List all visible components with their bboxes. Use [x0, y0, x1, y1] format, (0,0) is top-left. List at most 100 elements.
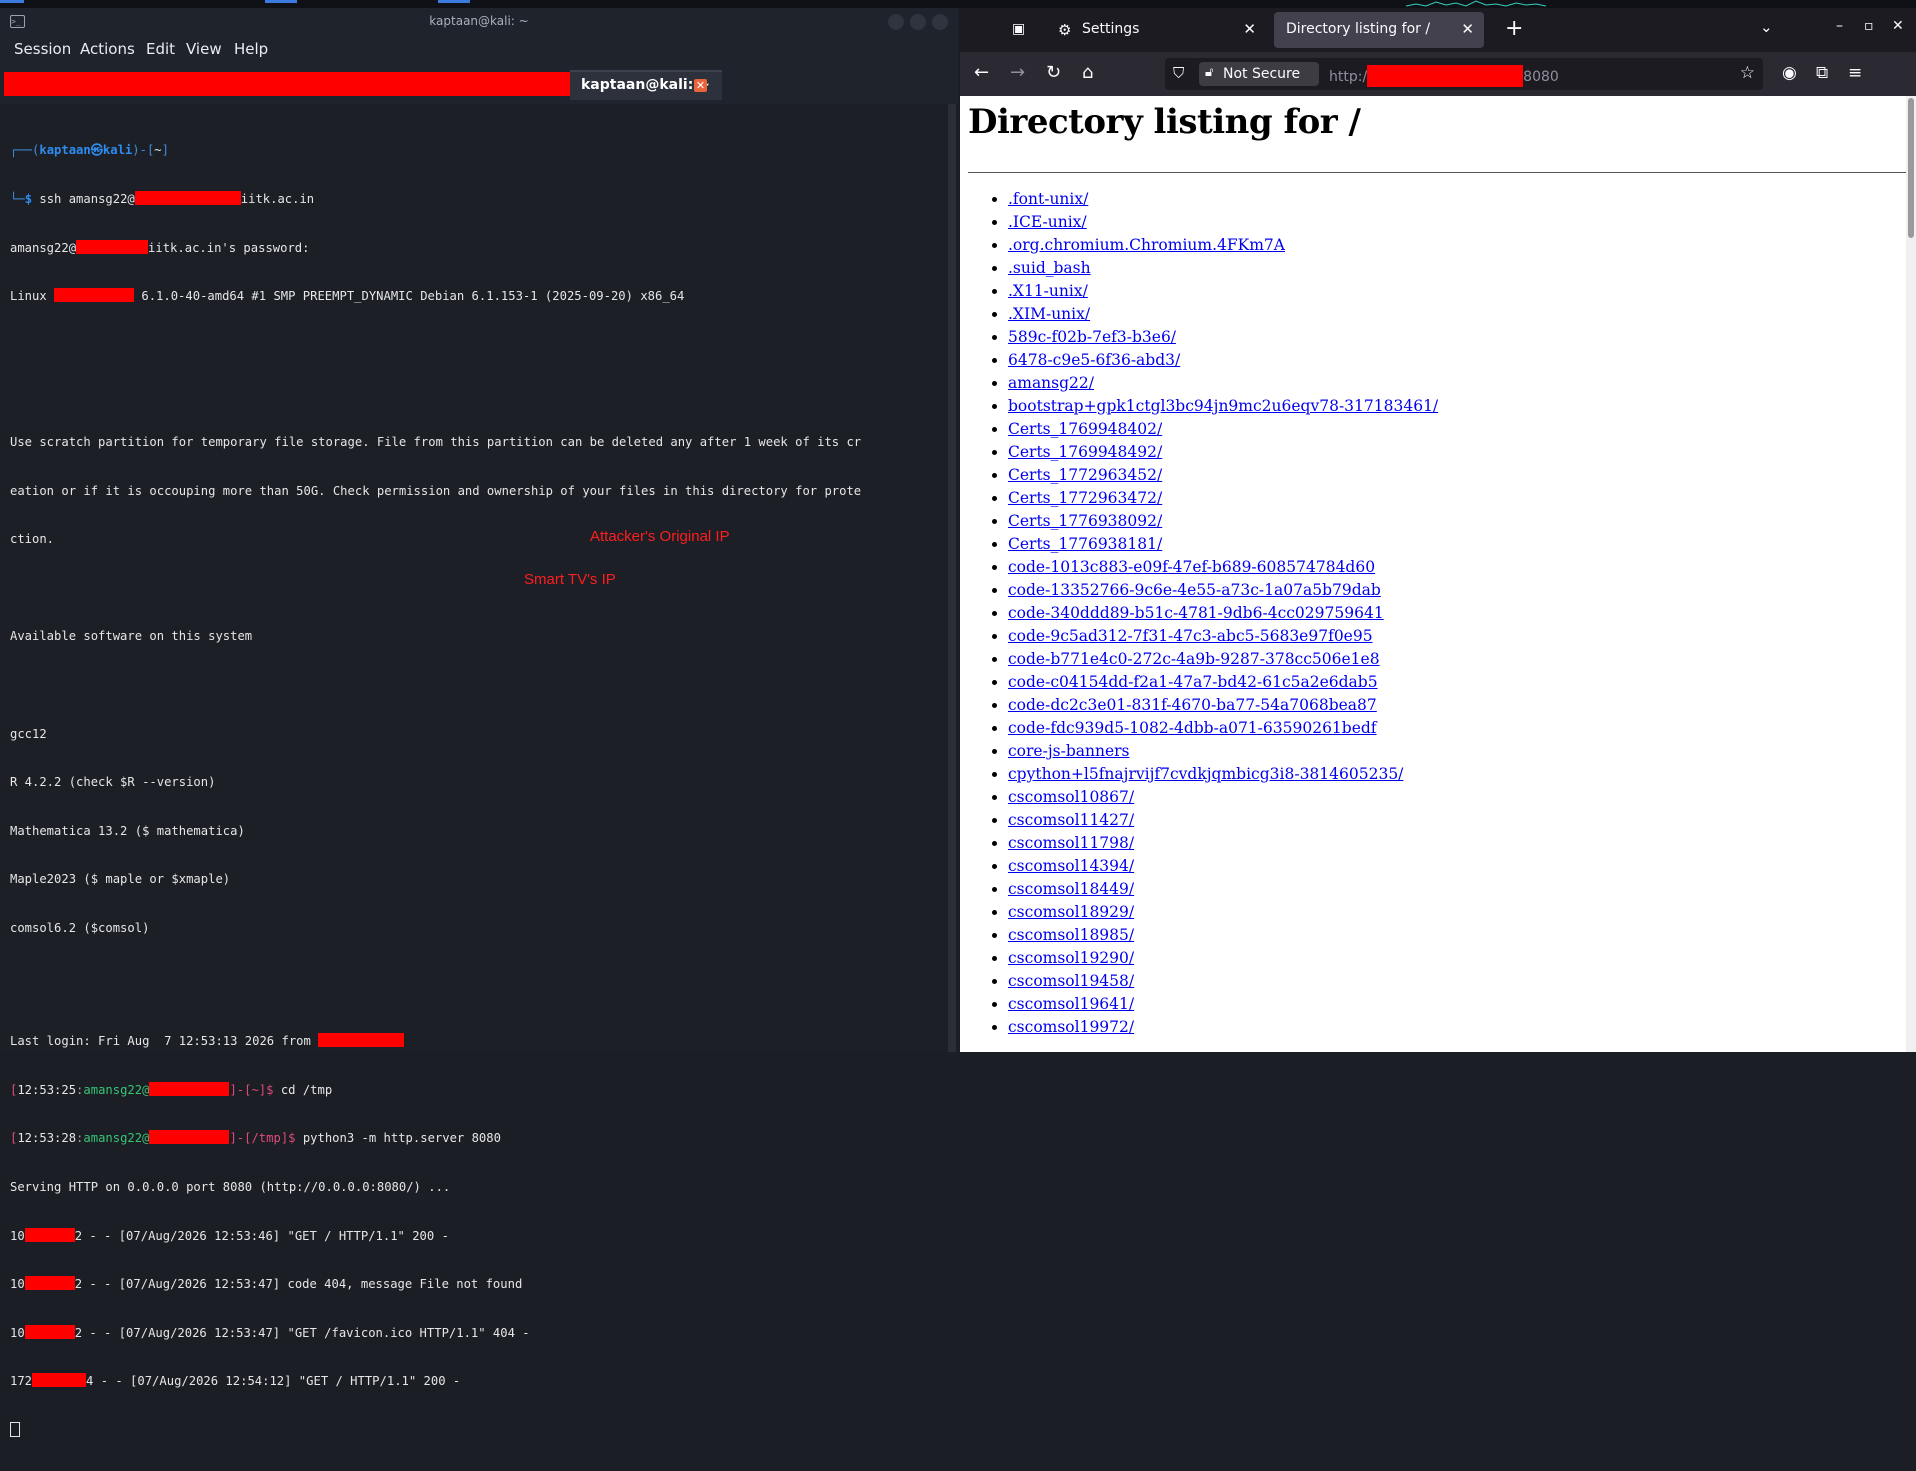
directory-link[interactable]: .org.chromium.Chromium.4FKm7A [1008, 236, 1285, 254]
redaction-block [76, 239, 149, 254]
shield-icon[interactable]: ⛉ [1173, 64, 1184, 82]
extensions-icon[interactable]: ⧉ [1816, 63, 1828, 83]
page-scrollbar[interactable] [1906, 96, 1916, 1052]
not-secure-badge[interactable]: 🔓︎ Not Secure [1199, 62, 1319, 86]
directory-link[interactable]: 6478-c9e5-6f36-abd3/ [1008, 351, 1180, 369]
directory-link[interactable]: cscomsol11798/ [1008, 834, 1134, 852]
list-item: .font-unix/ [1008, 188, 1438, 211]
directory-link[interactable]: Certs_1769948402/ [1008, 420, 1162, 438]
directory-link[interactable]: cscomsol19458/ [1008, 972, 1134, 990]
prompt-line: ┌──(kaptaan㉿kali)-[~] [10, 143, 169, 158]
directory-link[interactable]: code-fdc939d5-1082-4dbb-a071-63590261bed… [1008, 719, 1377, 737]
redaction-block [24, 1324, 75, 1339]
directory-link[interactable]: Certs_1772963472/ [1008, 489, 1162, 507]
redaction-block [134, 191, 241, 205]
directory-link[interactable]: cscomsol19641/ [1008, 995, 1134, 1013]
directory-link[interactable]: cscomsol19972/ [1008, 1018, 1134, 1036]
command-line: [12:53:28:amansg22@]-[/tmp]$ python3 -m … [10, 1130, 501, 1146]
redaction-block [24, 1227, 75, 1242]
maximize-button[interactable]: ▫ [1864, 18, 1874, 34]
close-icon[interactable]: ✕ [1461, 20, 1474, 38]
directory-link[interactable]: .XIM-unix/ [1008, 305, 1090, 323]
close-button[interactable] [932, 14, 948, 30]
workspace-indicator[interactable] [438, 0, 470, 3]
directory-link[interactable]: .suid_bash [1008, 259, 1091, 277]
reload-icon[interactable]: ↻ [1046, 62, 1061, 83]
menu-edit[interactable]: Edit [146, 40, 175, 58]
list-item: cscomsol14394/ [1008, 855, 1438, 878]
directory-link[interactable]: 589c-f02b-7ef3-b3e6/ [1008, 328, 1176, 346]
menu-actions[interactable]: Actions [80, 40, 135, 58]
address-bar[interactable]: ⛉ 🔓︎ Not Secure http:/8080 ☆ [1165, 58, 1763, 90]
divider [968, 172, 1906, 173]
directory-link[interactable]: Certs_1776938181/ [1008, 535, 1162, 553]
chevron-down-icon[interactable]: ⌄ [1760, 18, 1773, 36]
terminal-tab[interactable]: kaptaan@kali: ~ ✕ [570, 70, 722, 100]
directory-link[interactable]: Certs_1776938092/ [1008, 512, 1162, 530]
workspace-indicator[interactable] [0, 0, 24, 3]
terminal-menubar: Session Actions Edit View Help [0, 36, 958, 64]
directory-link[interactable]: cpython+l5fnajrvijf7cvdkjqmbicg3i8-38146… [1008, 765, 1403, 783]
tab-overview-icon[interactable]: ▣ [1012, 21, 1028, 37]
directory-link[interactable]: cscomsol14394/ [1008, 857, 1134, 875]
minimize-button[interactable] [888, 14, 904, 30]
tab-settings[interactable]: ⚙ Settings ✕ [1048, 12, 1266, 48]
redaction-block [54, 288, 135, 303]
redaction-block [1367, 65, 1524, 87]
workspace-indicator[interactable] [265, 0, 297, 3]
directory-link[interactable]: amansg22/ [1008, 374, 1094, 392]
directory-link[interactable]: cscomsol11427/ [1008, 811, 1134, 829]
menu-view[interactable]: View [186, 40, 222, 58]
directory-link[interactable]: code-b771e4c0-272c-4a9b-9287-378cc506e1e… [1008, 650, 1380, 668]
directory-link[interactable]: core-js-banners [1008, 742, 1130, 760]
minimize-button[interactable]: – [1836, 18, 1843, 34]
menu-session[interactable]: Session [14, 40, 71, 58]
list-item: cscomsol18929/ [1008, 901, 1438, 924]
not-secure-label: Not Secure [1223, 66, 1301, 82]
directory-link[interactable]: code-9c5ad312-7f31-47c3-abc5-5683e97f0e9… [1008, 627, 1373, 645]
last-login: Last login: Fri Aug 7 12:53:13 2026 from [10, 1033, 946, 1049]
directory-link[interactable]: .X11-unix/ [1008, 282, 1088, 300]
browser-tabbar: ▣ ⚙ Settings ✕ Directory listing for / ✕… [960, 8, 1916, 52]
scrollbar-thumb[interactable] [1908, 98, 1914, 238]
terminal-scrollbar[interactable] [948, 104, 956, 1052]
bookmark-star-icon[interactable]: ☆ [1740, 63, 1755, 83]
terminal-output[interactable]: ┌──(kaptaan㉿kali)-[~] └─$ ssh amansg22@ i… [10, 110, 946, 1437]
directory-link[interactable]: cscomsol10867/ [1008, 788, 1134, 806]
directory-link[interactable]: code-1013c883-e09f-47ef-b689-608574784d6… [1008, 558, 1375, 576]
back-arrow-icon[interactable]: ← [974, 62, 989, 83]
close-tab-icon[interactable]: ✕ [694, 79, 707, 92]
list-item: Certs_1772963472/ [1008, 487, 1438, 510]
new-tab-button[interactable]: + [1505, 16, 1523, 41]
maximize-button[interactable] [910, 14, 926, 30]
directory-link[interactable]: Certs_1769948492/ [1008, 443, 1162, 461]
directory-link[interactable]: cscomsol19290/ [1008, 949, 1134, 967]
menu-help[interactable]: Help [234, 40, 268, 58]
forward-arrow-icon[interactable]: → [1010, 62, 1025, 83]
directory-link[interactable]: code-340ddd89-b51c-4781-9db6-4cc02975964… [1008, 604, 1384, 622]
directory-link[interactable]: .font-unix/ [1008, 190, 1088, 208]
cpu-graph [1406, 0, 1546, 7]
list-item: code-dc2c3e01-831f-4670-ba77-54a7068bea8… [1008, 694, 1438, 717]
redaction-block [24, 1276, 75, 1291]
account-icon[interactable]: ◉ [1782, 63, 1797, 83]
tab-label: Directory listing for / [1286, 21, 1431, 37]
url-text[interactable]: http:/8080 [1329, 65, 1559, 87]
directory-link[interactable]: code-13352766-9c6e-4e55-a73c-1a07a5b79da… [1008, 581, 1381, 599]
close-icon[interactable]: ✕ [1243, 20, 1256, 38]
directory-link[interactable]: .ICE-unix/ [1008, 213, 1087, 231]
terminal-tab-label: kaptaan@kali: ~ [581, 77, 710, 93]
directory-link[interactable]: cscomsol18929/ [1008, 903, 1134, 921]
home-icon[interactable]: ⌂ [1082, 62, 1093, 83]
menu-icon[interactable]: ≡ [1848, 63, 1862, 83]
directory-link[interactable]: bootstrap+gpk1ctgl3bc94jn9mc2u6eqv78-317… [1008, 397, 1438, 415]
motd-line: eation or if it is occouping more than 5… [10, 483, 862, 498]
directory-link[interactable]: code-c04154dd-f2a1-47a7-bd42-61c5a2e6dab… [1008, 673, 1378, 691]
tab-directory-listing[interactable]: Directory listing for / ✕ [1274, 12, 1484, 48]
directory-link[interactable]: code-dc2c3e01-831f-4670-ba77-54a7068bea8… [1008, 696, 1377, 714]
input-line[interactable] [10, 1422, 946, 1438]
close-window-button[interactable]: ✕ [1892, 18, 1904, 34]
directory-link[interactable]: cscomsol18985/ [1008, 926, 1134, 944]
directory-link[interactable]: cscomsol18449/ [1008, 880, 1134, 898]
directory-link[interactable]: Certs_1772963452/ [1008, 466, 1162, 484]
